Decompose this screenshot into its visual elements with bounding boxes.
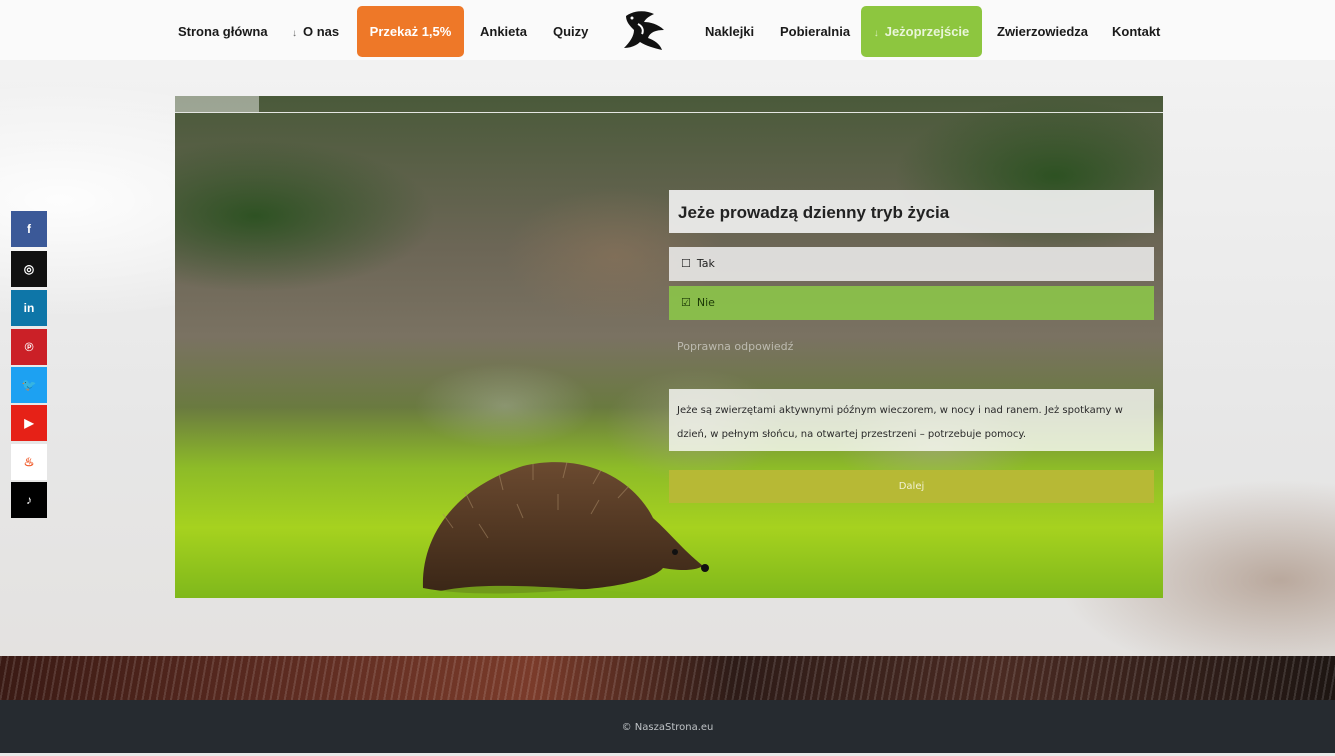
youtube-glyph: ▶ <box>24 416 34 430</box>
quiz-background-photo <box>175 96 1163 598</box>
nav-item-downloads[interactable]: Pobieralnia <box>780 0 850 60</box>
instagram-glyph: ◎ <box>23 262 35 276</box>
background-photo-strip <box>0 656 1335 700</box>
checkbox-checked-icon: ☑ <box>681 296 691 309</box>
nav-item-hedgehog-crossing[interactable]: ↓ Jeżoprzejście <box>861 6 982 57</box>
nav-item-contact[interactable]: Kontakt <box>1112 0 1160 60</box>
nav-item-about[interactable]: ↓ O nas <box>292 0 339 60</box>
pinterest-icon[interactable]: ℗ <box>11 329 47 365</box>
quiz-progress-fill <box>175 96 259 112</box>
youtube-icon[interactable]: ▶ <box>11 405 47 441</box>
hedgehog-image <box>413 461 713 598</box>
quiz-question: Jeże prowadzą dzienny tryb życia <box>669 190 1154 233</box>
next-button[interactable]: Dalej <box>669 470 1154 503</box>
instagram-icon[interactable]: ◎ <box>11 251 47 287</box>
facebook-glyph: f <box>27 222 31 236</box>
hedgehog-logo-icon[interactable] <box>620 8 668 54</box>
nav-label: Kontakt <box>1112 24 1161 39</box>
nav-label: Strona główna <box>178 24 268 39</box>
footer: © NaszaStrona.eu <box>0 700 1335 753</box>
answer-label: Nie <box>696 296 715 309</box>
arrow-down-icon: ↓ <box>292 28 297 39</box>
answer-label: Tak <box>696 257 715 270</box>
nav-item-donate[interactable]: Przekaż 1,5% <box>357 6 464 57</box>
footer-copyright: © NaszaStrona.eu <box>621 722 714 733</box>
twitter-glyph: 🐦 <box>21 378 37 392</box>
nav-label: Quizy <box>553 24 589 39</box>
nav-label: Przekaż 1,5% <box>369 24 452 39</box>
answer-explanation: Jeże są zwierzętami aktywnymi późnym wie… <box>669 389 1154 451</box>
arrow-down-icon: ↓ <box>873 28 879 39</box>
nav-label: Naklejki <box>705 24 755 39</box>
nav-label: O nas <box>303 24 340 39</box>
facebook-icon[interactable]: f <box>11 211 47 247</box>
twitter-icon[interactable]: 🐦 <box>11 367 47 403</box>
nav-label: Jeżoprzejście <box>884 24 970 39</box>
checkbox-unchecked-icon: ☐ <box>681 257 691 270</box>
linkedin-icon[interactable]: in <box>11 290 47 326</box>
nav-item-home[interactable]: Strona główna <box>178 0 268 60</box>
pinterest-glyph: ℗ <box>24 340 34 354</box>
linkedin-glyph: in <box>23 301 35 315</box>
nav-label: Ankieta <box>480 24 527 39</box>
tinder-glyph: ♨ <box>23 455 35 469</box>
quiz-progress-track <box>175 96 1163 113</box>
tinder-icon[interactable]: ♨ <box>11 444 47 480</box>
nav-item-survey[interactable]: Ankieta <box>480 0 527 60</box>
nav-item-quizzes[interactable]: Quizy <box>553 0 588 60</box>
tiktok-icon[interactable]: ♪ <box>11 482 47 518</box>
nav-item-animal-knowledge[interactable]: Zwierzowiedza <box>997 0 1088 60</box>
answer-option-tak[interactable]: ☐ Tak <box>669 247 1154 281</box>
nav-item-stickers[interactable]: Naklejki <box>705 0 754 60</box>
answer-option-nie[interactable]: ☑ Nie <box>669 286 1154 320</box>
correct-answer-label: Poprawna odpowiedź <box>677 340 794 353</box>
main-nav: Strona główna ↓ O nas Przekaż 1,5% Ankiet… <box>0 0 1335 60</box>
nav-label: Zwierzowiedza <box>997 24 1089 39</box>
nav-label: Pobieralnia <box>780 24 851 39</box>
tiktok-glyph: ♪ <box>26 493 32 507</box>
